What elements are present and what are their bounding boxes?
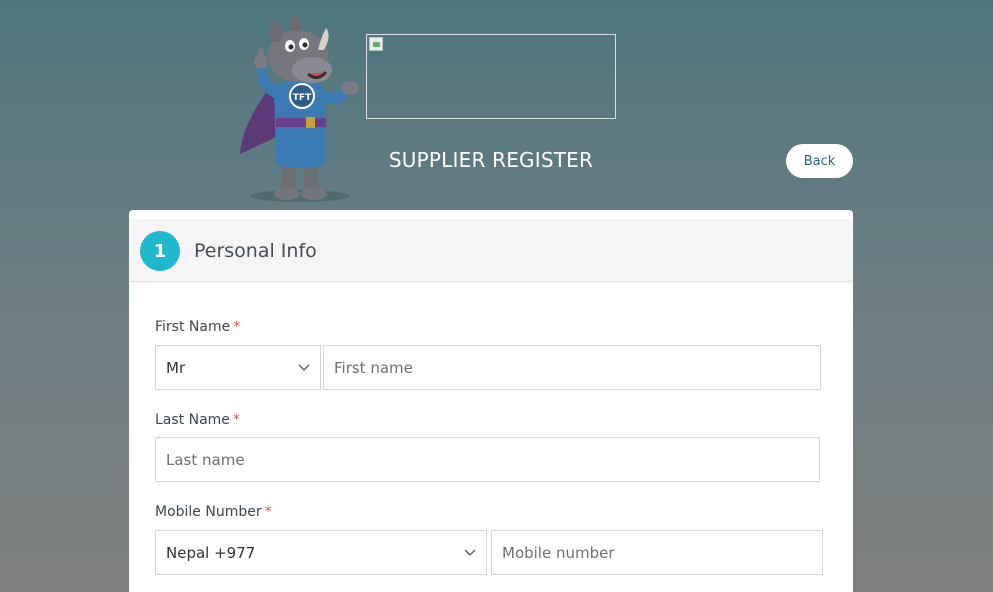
registration-form-card: 1 Personal Info First Name* Mr Last Name… <box>129 210 853 592</box>
logo-image-placeholder <box>366 34 616 119</box>
last-name-label: Last Name * <box>155 412 240 428</box>
last-name-input[interactable] <box>155 437 820 482</box>
first-name-label-text: First Name <box>155 319 231 335</box>
mobile-number-input[interactable] <box>491 530 823 575</box>
rhino-mascot-image: TFT <box>240 16 359 202</box>
mobile-number-label-text: Mobile Number <box>155 504 262 520</box>
title-select-value: Mr <box>166 358 186 377</box>
required-asterisk: * <box>233 319 241 335</box>
back-button[interactable]: Back <box>786 144 853 178</box>
broken-image-icon <box>369 37 383 51</box>
mascot-badge-text: TFT <box>293 93 312 103</box>
country-code-value: Nepal +977 <box>166 543 256 562</box>
mobile-number-label: Mobile Number * <box>155 504 272 520</box>
first-name-input[interactable] <box>323 345 821 390</box>
required-asterisk: * <box>232 412 240 428</box>
last-name-label-text: Last Name <box>155 412 230 428</box>
step-number-badge: 1 <box>140 231 180 271</box>
title-select[interactable]: Mr <box>155 345 321 390</box>
step-header: 1 Personal Info <box>130 219 852 282</box>
chevron-down-icon <box>464 549 476 556</box>
country-code-select[interactable]: Nepal +977 <box>155 530 487 575</box>
chevron-down-icon <box>298 364 310 371</box>
page-title: SUPPLIER REGISTER <box>388 148 594 172</box>
required-asterisk: * <box>264 504 272 520</box>
step-title: Personal Info <box>194 240 317 262</box>
first-name-label: First Name * <box>155 319 240 335</box>
